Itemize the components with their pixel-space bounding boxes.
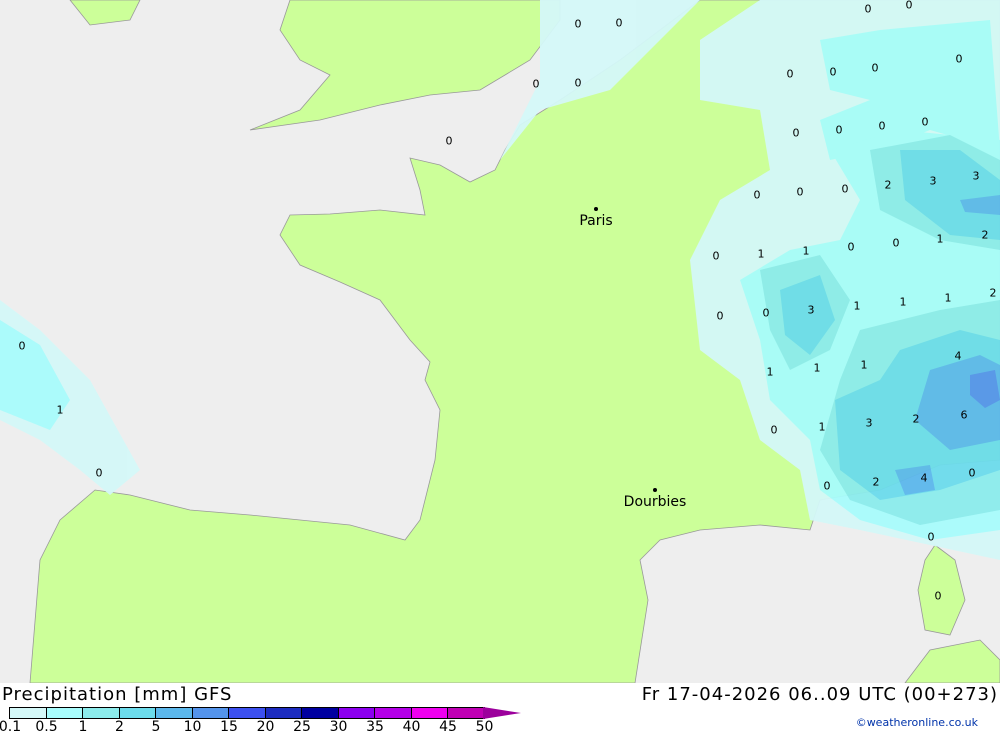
precip-value-label: 0 xyxy=(847,240,855,254)
precip-value-label: 0 xyxy=(615,16,623,30)
precip-value-label: 0 xyxy=(18,339,26,353)
precip-value-label: 4 xyxy=(920,471,928,485)
legend-arrow xyxy=(483,707,521,719)
weather-map-view: 0000000000000000002330110012003111204111… xyxy=(0,0,1000,733)
precipitation-map xyxy=(0,0,1000,683)
legend-swatch xyxy=(302,708,339,718)
legend-tick-label: 40 xyxy=(402,719,421,733)
precip-value-label: 2 xyxy=(884,178,892,192)
precip-value-label: 6 xyxy=(960,408,968,422)
precip-value-label: 0 xyxy=(95,466,103,480)
precip-value-label: 1 xyxy=(818,420,826,434)
precip-value-label: 0 xyxy=(905,0,913,12)
legend-tick-label: 5 xyxy=(151,719,161,733)
legend-tick-label: 1 xyxy=(78,719,88,733)
forecast-datetime: Fr 17-04-2026 06..09 UTC (00+273) xyxy=(641,684,998,705)
precip-value-label: 0 xyxy=(955,52,963,66)
precip-value-label: 2 xyxy=(981,228,989,242)
precip-value-label: 0 xyxy=(445,134,453,148)
city-label-paris: Paris xyxy=(579,213,613,229)
legend-swatch xyxy=(338,708,375,718)
precip-value-label: 1 xyxy=(944,291,952,305)
precip-value-label: 1 xyxy=(936,232,944,246)
precip-value-label: 1 xyxy=(860,358,868,372)
precip-value-label: 0 xyxy=(892,236,900,250)
precip-value-label: 0 xyxy=(864,2,872,16)
precip-value-label: 0 xyxy=(829,65,837,79)
legend-tick-label: 2 xyxy=(115,719,124,733)
precip-value-label: 0 xyxy=(878,119,886,133)
legend-tick-label: 10 xyxy=(183,719,202,733)
legend-tick-label: 25 xyxy=(293,719,311,733)
city-label-dourbies: Dourbies xyxy=(623,494,687,510)
precip-value-label: 0 xyxy=(753,188,761,202)
legend-swatch xyxy=(411,708,448,718)
precip-value-label: 1 xyxy=(56,403,64,417)
precip-value-label: 3 xyxy=(972,169,980,183)
precip-value-label: 0 xyxy=(532,77,540,91)
legend-swatch xyxy=(192,708,229,718)
precip-value-label: 0 xyxy=(574,76,582,90)
legend-swatch xyxy=(46,708,83,718)
precip-value-label: 1 xyxy=(899,295,907,309)
city-marker-paris xyxy=(594,207,598,211)
precip-value-label: 1 xyxy=(853,299,861,313)
legend-swatch xyxy=(229,708,266,718)
precip-value-label: 1 xyxy=(802,244,810,258)
legend-tick-label: 15 xyxy=(220,719,238,733)
legend-tick-label: 20 xyxy=(256,719,275,733)
legend-tick-label: 0.5 xyxy=(35,719,58,733)
precip-value-label: 0 xyxy=(927,530,935,544)
precip-value-label: 4 xyxy=(954,349,962,363)
precip-value-label: 1 xyxy=(813,361,821,375)
legend-swatch xyxy=(83,708,120,718)
legend-tick-label: 30 xyxy=(329,719,348,733)
precip-value-label: 0 xyxy=(716,309,724,323)
precip-value-label: 0 xyxy=(574,17,582,31)
precip-value-label: 1 xyxy=(766,365,774,379)
precip-value-label: 0 xyxy=(796,185,804,199)
precip-value-label: 0 xyxy=(841,182,849,196)
legend-tick-label: 0.1 xyxy=(0,719,22,733)
precip-value-label: 2 xyxy=(912,412,920,426)
precip-value-label: 0 xyxy=(823,479,831,493)
precip-value-label: 0 xyxy=(968,466,976,480)
legend-swatch xyxy=(10,708,47,718)
precip-value-label: 0 xyxy=(921,115,929,129)
legend-swatch xyxy=(265,708,302,718)
color-legend xyxy=(9,707,485,719)
precip-value-label: 3 xyxy=(929,174,937,188)
precip-value-label: 1 xyxy=(757,247,765,261)
precip-value-label: 0 xyxy=(770,423,778,437)
legend-swatch xyxy=(156,708,193,718)
precip-value-label: 0 xyxy=(712,249,720,263)
credit-link[interactable]: ©weatheronline.co.uk xyxy=(856,716,978,729)
legend-tick-label: 50 xyxy=(475,719,494,733)
precip-value-label: 3 xyxy=(865,416,873,430)
precip-value-label: 0 xyxy=(835,123,843,137)
precip-value-label: 0 xyxy=(871,61,879,75)
precip-value-label: 0 xyxy=(786,67,794,81)
map-title: Precipitation [mm] GFS xyxy=(2,684,233,705)
precip-value-label: 0 xyxy=(934,589,942,603)
legend-swatch xyxy=(375,708,412,718)
legend-swatch xyxy=(119,708,156,718)
precip-value-label: 0 xyxy=(792,126,800,140)
legend-tick-label: 35 xyxy=(366,719,384,733)
precip-value-label: 2 xyxy=(989,286,997,300)
legend-swatch xyxy=(448,708,484,718)
legend-tick-label: 45 xyxy=(439,719,457,733)
precip-value-label: 2 xyxy=(872,475,880,489)
precip-value-label: 0 xyxy=(762,306,770,320)
city-marker-dourbies xyxy=(653,488,657,492)
precip-value-label: 3 xyxy=(807,303,815,317)
